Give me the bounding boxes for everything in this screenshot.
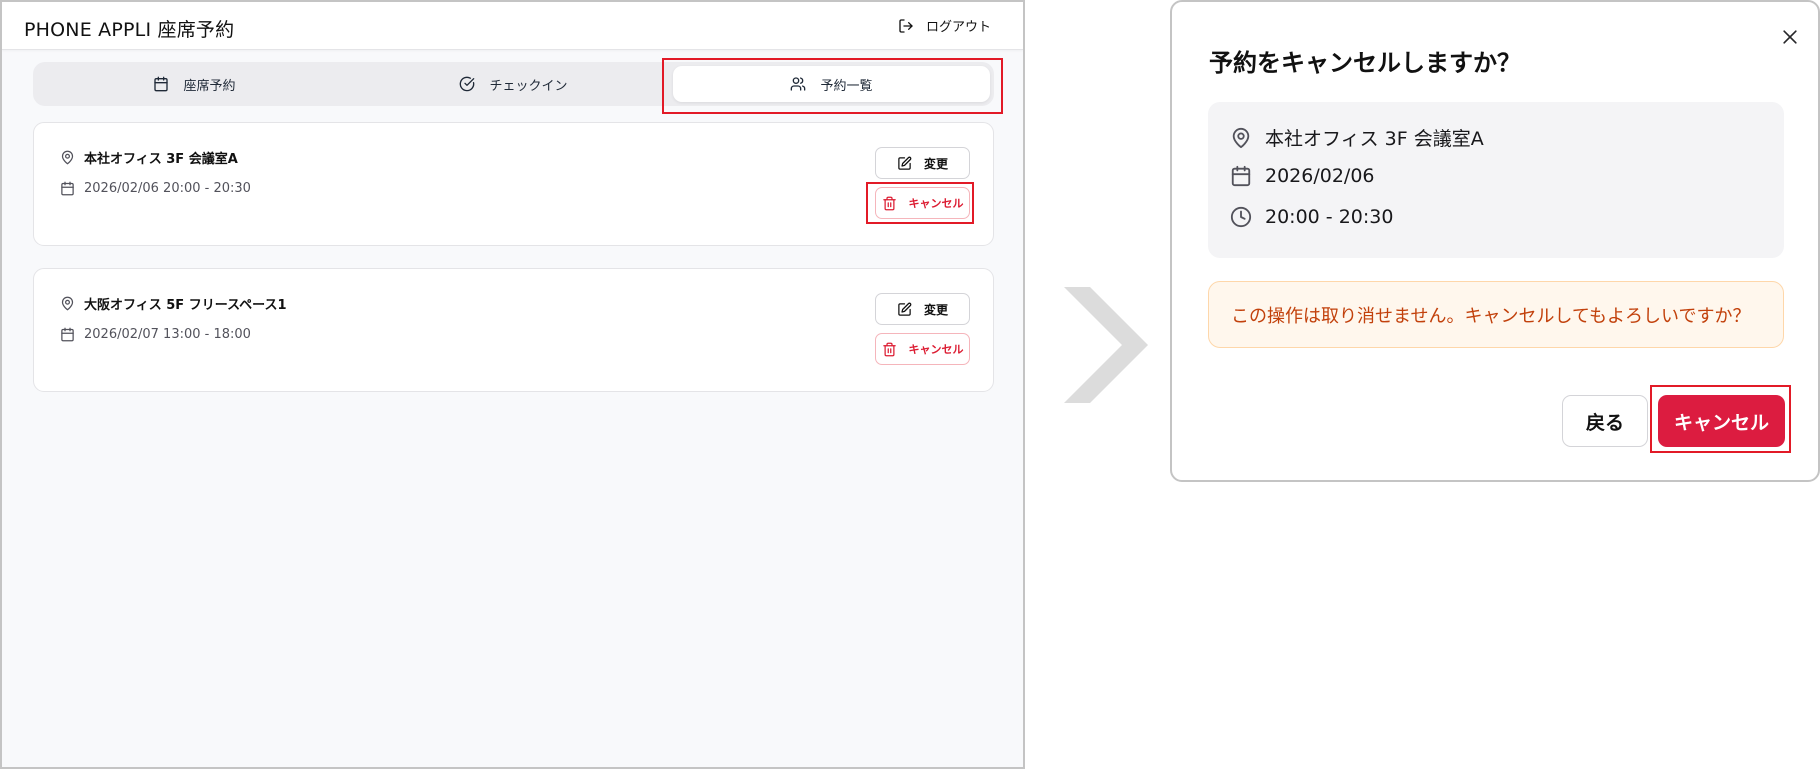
trash-icon <box>882 342 897 357</box>
calendar-icon <box>153 76 169 92</box>
tab-checkin[interactable]: チェックイン <box>356 66 671 102</box>
app-header: PHONE APPLI 座席予約 ログアウト <box>2 2 1023 50</box>
dialog-title: 予約をキャンセルしますか？ <box>1209 49 1521 77</box>
users-icon <box>790 76 806 92</box>
clock-icon <box>1230 206 1252 228</box>
reservation-location: 本社オフィス 3F 会議室A <box>60 148 238 167</box>
cancel-button[interactable]: キャンセル <box>875 187 970 219</box>
edit-label: 変更 <box>923 302 948 317</box>
logout-label: ログアウト <box>925 20 991 35</box>
tab-bar: 座席予約 チェックイン 予約一覧 <box>33 62 994 106</box>
info-location-text: 本社オフィス 3F 会議室A <box>1265 128 1484 150</box>
reservation-datetime: 2026/02/07 13:00 - 18:00 <box>60 327 251 342</box>
map-pin-icon <box>1230 127 1252 149</box>
reservation-card: 大阪オフィス 5F フリースペース1 2026/02/07 13:00 - 18… <box>33 268 994 392</box>
app-window: PHONE APPLI 座席予約 ログアウト 座席予約 チェックイン 予約一覧 … <box>0 0 1025 769</box>
datetime-text: 2026/02/07 13:00 - 18:00 <box>84 327 251 342</box>
edit-button[interactable]: 変更 <box>875 293 970 325</box>
datetime-text: 2026/02/06 20:00 - 20:30 <box>84 181 251 196</box>
reservation-card: 本社オフィス 3F 会議室A 2026/02/06 20:00 - 20:30 … <box>33 122 994 246</box>
edit-label: 変更 <box>923 156 948 171</box>
map-pin-icon <box>60 150 75 165</box>
cancel-label: キャンセル <box>908 343 964 356</box>
app-title: PHONE APPLI 座席予約 <box>24 19 235 41</box>
tab-label: 予約一覧 <box>820 78 873 94</box>
location-text: 大阪オフィス 5F フリースペース1 <box>84 298 287 313</box>
info-location: 本社オフィス 3F 会議室A <box>1230 124 1484 151</box>
info-time: 20:00 - 20:30 <box>1230 206 1393 228</box>
logout-icon <box>898 18 914 34</box>
reservation-datetime: 2026/02/06 20:00 - 20:30 <box>60 181 251 196</box>
edit-icon <box>897 302 912 317</box>
trash-icon <box>882 196 897 211</box>
edit-icon <box>897 156 912 171</box>
calendar-icon <box>1230 165 1252 187</box>
location-text: 本社オフィス 3F 会議室A <box>84 152 238 167</box>
edit-button[interactable]: 変更 <box>875 147 970 179</box>
chevron-right-icon <box>1064 287 1148 403</box>
tab-reservation-list[interactable]: 予約一覧 <box>673 66 990 102</box>
reservation-location: 大阪オフィス 5F フリースペース1 <box>60 294 287 313</box>
calendar-icon <box>60 181 75 196</box>
logout-button[interactable]: ログアウト <box>898 16 991 35</box>
cancel-button[interactable]: キャンセル <box>875 333 970 365</box>
map-pin-icon <box>60 296 75 311</box>
confirm-cancel-button[interactable]: キャンセル <box>1658 395 1785 447</box>
close-button[interactable] <box>1780 27 1800 47</box>
info-date-text: 2026/02/06 <box>1265 165 1375 187</box>
back-button[interactable]: 戻る <box>1562 395 1648 447</box>
reservation-info-box: 本社オフィス 3F 会議室A 2026/02/06 20:00 - 20:30 <box>1208 102 1784 258</box>
info-time-text: 20:00 - 20:30 <box>1265 206 1394 228</box>
calendar-icon <box>60 327 75 342</box>
tab-label: 座席予約 <box>183 78 236 94</box>
cancel-label: キャンセル <box>908 197 964 210</box>
cancel-confirm-dialog: 予約をキャンセルしますか？ 本社オフィス 3F 会議室A 2026/02/06 <box>1170 0 1820 482</box>
tab-label: チェックイン <box>489 78 568 94</box>
warning-message: この操作は取り消せません。キャンセルしてもよろしいですか？ <box>1208 281 1784 348</box>
info-date: 2026/02/06 <box>1230 165 1375 187</box>
check-circle-icon <box>459 76 475 92</box>
close-icon <box>1780 27 1800 47</box>
tab-seat-reservation[interactable]: 座席予約 <box>37 66 352 102</box>
